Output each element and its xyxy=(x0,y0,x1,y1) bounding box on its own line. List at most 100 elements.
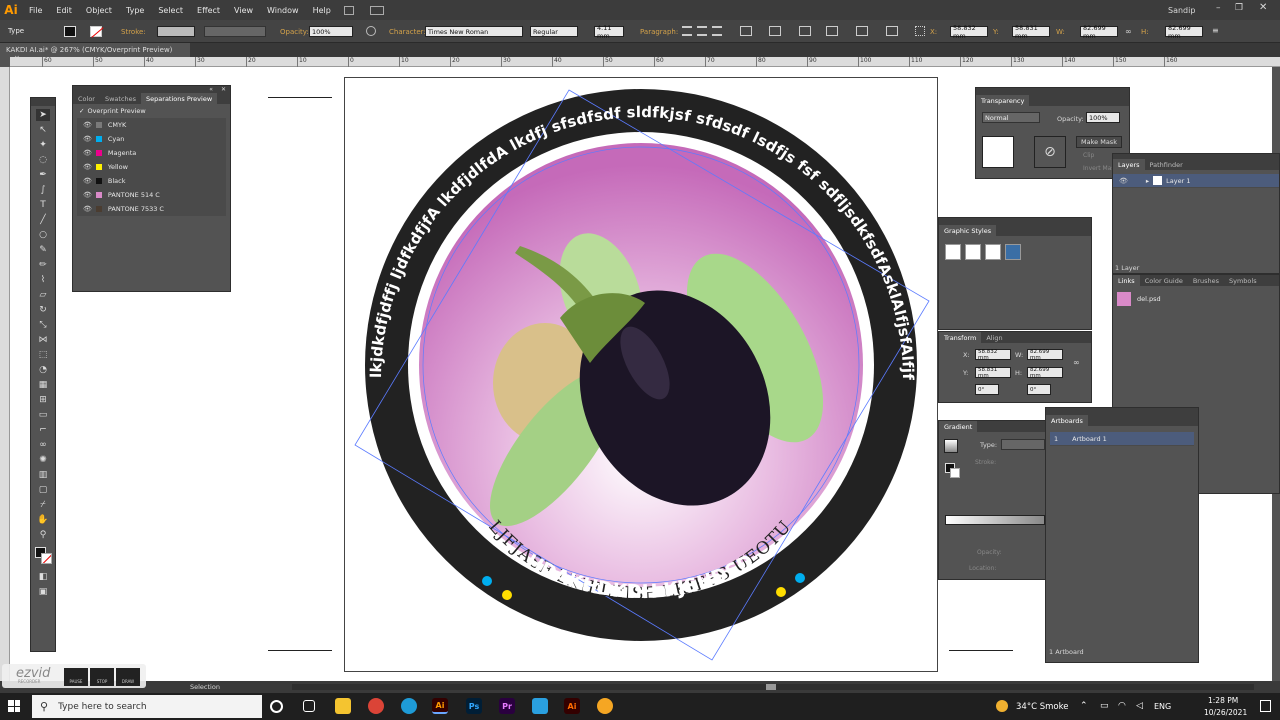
clock-date[interactable]: 10/26/2021 xyxy=(1204,708,1247,717)
menu-edit[interactable]: Edit xyxy=(49,6,79,15)
constrain-link-icon[interactable]: ∞ xyxy=(1073,358,1080,367)
visibility-eye-icon[interactable]: 👁 xyxy=(83,149,92,157)
user-name[interactable]: Sandip xyxy=(1168,6,1195,15)
file-explorer-icon[interactable] xyxy=(335,698,351,714)
eyedropper-tool-icon[interactable]: ⌐ xyxy=(36,424,50,436)
tab-gradient[interactable]: Gradient xyxy=(939,421,978,432)
premiere-taskbar-icon[interactable]: Pr xyxy=(499,698,515,714)
path-icon[interactable] xyxy=(856,26,868,36)
windows-start-icon[interactable] xyxy=(8,700,20,712)
variable-width-field[interactable] xyxy=(204,26,266,37)
notifications-icon[interactable] xyxy=(1260,700,1271,712)
minimize-icon[interactable]: – xyxy=(1216,3,1221,13)
y-field[interactable]: 58.831 mm xyxy=(1012,24,1050,40)
tools-panel-grip[interactable] xyxy=(31,98,55,106)
reference-point-icon[interactable] xyxy=(915,26,925,36)
mask-thumbnail[interactable]: ⊘ xyxy=(1034,136,1066,168)
tab-align[interactable]: Align xyxy=(981,332,1007,343)
visibility-eye-icon[interactable]: 👁 xyxy=(83,205,92,213)
tab-graphic-styles[interactable]: Graphic Styles xyxy=(939,225,997,236)
stroke-weight-field[interactable] xyxy=(157,26,195,37)
menu-window[interactable]: Window xyxy=(260,6,306,15)
visibility-eye-icon[interactable]: 👁 xyxy=(83,135,92,143)
w-field[interactable]: 82.699 mm xyxy=(1027,349,1063,361)
menu-view[interactable]: View xyxy=(227,6,260,15)
tab-separations-preview[interactable]: Separations Preview xyxy=(141,93,218,104)
screen-mode-icon[interactable]: ▣ xyxy=(36,586,50,598)
document-tab[interactable]: KAKDI AI.ai* @ 267% (CMYK/Overprint Prev… xyxy=(0,43,190,62)
shape-builder-tool-icon[interactable]: ◔ xyxy=(36,364,50,376)
weather-text[interactable]: 34°C Smoke xyxy=(1016,702,1068,712)
panel-header[interactable]: «✕ xyxy=(73,86,230,93)
opacity-field[interactable]: 100% xyxy=(309,26,353,37)
make-mask-button[interactable]: Make Mask xyxy=(1076,136,1122,148)
slice-tool-icon[interactable]: ⌿ xyxy=(36,499,50,511)
align-objects-icon[interactable] xyxy=(769,26,781,36)
w-field[interactable]: 82.699 mm xyxy=(1080,24,1118,40)
x-field[interactable]: 58.832 mm xyxy=(950,24,988,40)
free-transform-tool-icon[interactable]: ⬚ xyxy=(36,349,50,361)
artboard[interactable]: lkjdkdfjdffj ljdfkdfjfA lkdfjdlfdA lkdfj… xyxy=(344,77,938,672)
ellipse-tool-icon[interactable]: ○ xyxy=(36,229,50,241)
font-family-field[interactable]: Times New Roman xyxy=(425,26,523,37)
panel-header[interactable] xyxy=(939,218,1091,225)
fill-stroke-icon[interactable] xyxy=(31,545,55,567)
pencil-tool-icon[interactable]: ✏ xyxy=(36,259,50,271)
draw-button[interactable]: DRAW xyxy=(116,668,140,686)
language-indicator[interactable]: ENG xyxy=(1154,702,1171,711)
graph-tool-icon[interactable]: ▥ xyxy=(36,469,50,481)
visibility-eye-icon[interactable]: 👁 xyxy=(83,163,92,171)
lasso-tool-icon[interactable]: ◌ xyxy=(36,154,50,166)
symbol-sprayer-tool-icon[interactable]: ✺ xyxy=(36,454,50,466)
hand-tool-icon[interactable]: ✋ xyxy=(36,514,50,526)
align-center-icon[interactable] xyxy=(697,26,707,36)
task-view-icon[interactable] xyxy=(303,700,315,712)
panel-header[interactable] xyxy=(976,88,1129,95)
tab-layers[interactable]: Layers xyxy=(1113,159,1145,170)
expand-arrow-icon[interactable]: ▸ xyxy=(1146,177,1149,185)
perspective-grid-tool-icon[interactable]: ▦ xyxy=(36,379,50,391)
style-swatch[interactable] xyxy=(1005,244,1021,260)
link-row[interactable]: del.psd xyxy=(1113,292,1279,306)
horizontal-ruler[interactable]: 60 50 40 30 20 10 0 10 20 30 40 50 60 70 80 90 100 110 120… xyxy=(10,57,1280,67)
blend-tool-icon[interactable]: ∞ xyxy=(36,439,50,451)
visibility-eye-icon[interactable]: 👁 xyxy=(83,177,92,185)
menu-file[interactable]: File xyxy=(22,6,49,15)
tab-color-guide[interactable]: Color Guide xyxy=(1140,275,1188,286)
font-size-field[interactable]: 4.11 mm xyxy=(594,24,624,40)
font-style-field[interactable]: Regular xyxy=(530,26,578,37)
network-icon[interactable]: ▭ xyxy=(1100,701,1109,711)
stroke-swatch[interactable] xyxy=(90,26,104,38)
pause-button[interactable]: PAUSE xyxy=(64,668,88,686)
gradient-tool-icon[interactable]: ▭ xyxy=(36,409,50,421)
chrome-icon[interactable] xyxy=(368,698,384,714)
thumbnail[interactable] xyxy=(982,136,1014,168)
rotate-tool-icon[interactable]: ↻ xyxy=(36,304,50,316)
artboard-tool-icon[interactable]: ▢ xyxy=(36,484,50,496)
visibility-eye-icon[interactable]: 👁 xyxy=(1119,177,1128,185)
distribute-icon[interactable] xyxy=(799,26,811,36)
volume-icon[interactable]: ◁ xyxy=(1136,701,1143,711)
restore-icon[interactable]: ❐ xyxy=(1235,3,1243,13)
checkbox-icon[interactable]: ✓ xyxy=(79,107,84,115)
separation-row[interactable]: 👁 CMYK xyxy=(77,118,226,132)
vertical-ruler[interactable] xyxy=(0,67,10,687)
align-right-icon[interactable] xyxy=(712,26,722,36)
mesh-tool-icon[interactable]: ⊞ xyxy=(36,394,50,406)
media-player-icon[interactable] xyxy=(597,698,613,714)
magic-wand-tool-icon[interactable]: ✦ xyxy=(36,139,50,151)
constrain-link-icon[interactable]: ∞ xyxy=(1125,27,1132,36)
recolor-icon[interactable] xyxy=(366,26,376,36)
status-tool[interactable]: Selection xyxy=(190,683,220,691)
wifi-icon[interactable]: ◠ xyxy=(1118,701,1126,711)
selection-tool-icon[interactable]: ➤ xyxy=(36,109,50,121)
close-icon[interactable]: ✕ xyxy=(1259,2,1267,13)
curvature-tool-icon[interactable]: ∫ xyxy=(36,184,50,196)
collapse-icon[interactable]: « xyxy=(209,86,213,93)
style-swatch[interactable] xyxy=(965,244,981,260)
draw-mode-icon[interactable]: ◧ xyxy=(36,571,50,583)
type-select[interactable] xyxy=(1001,439,1045,450)
separation-row[interactable]: 👁 Black xyxy=(77,174,226,188)
tab-pathfinder[interactable]: Pathfinder xyxy=(1145,159,1188,170)
menu-effect[interactable]: Effect xyxy=(190,6,227,15)
